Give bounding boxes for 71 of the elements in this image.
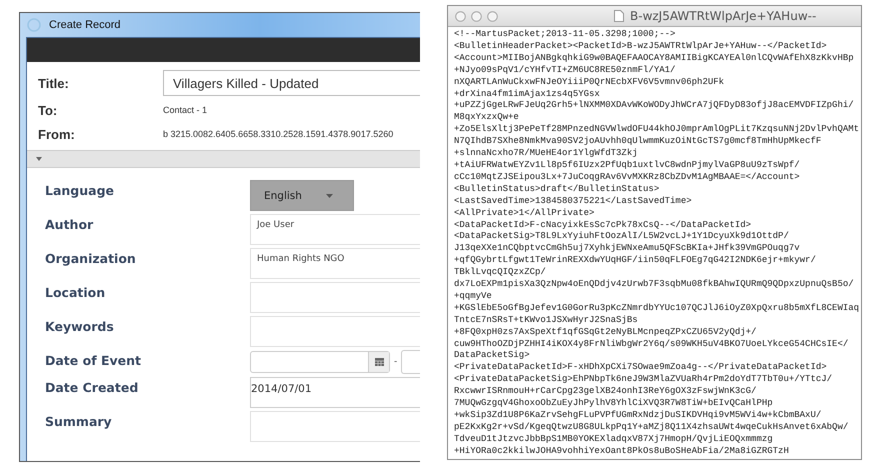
code-line: <DataPacketId>F-cNacyixkEsSc7cPk78xCsQ--</DataPacketId>	[454, 220, 752, 232]
input-field[interactable]: 2014/07/01	[250, 377, 420, 408]
code-line: +wkSip3Zd1U8P6KaZrvSehgFLuPVPfUGmRxNdzjDuSIKDVHqi9vM5WVi4w+kCbmBAxU/	[454, 410, 822, 422]
code-line: +drXina4fm1imAjax1zs4q5YGsx	[454, 88, 601, 100]
code-line: <BulletinStatus>draft</BulletinStatus>	[454, 184, 660, 196]
language-dropdown[interactable]: English	[250, 180, 354, 211]
field-label: Location	[45, 284, 106, 300]
code-line: TBklLvqcQIQzxZCp/	[454, 267, 547, 280]
field-value: Contact - 1	[163, 105, 208, 115]
date-field[interactable]	[401, 350, 420, 374]
code-line: <BulletinHeaderPacket><PacketId>B-wzJ5AWTRtWlpArJe+YAHuw--</PacketId>	[454, 40, 828, 53]
calendar-icon	[374, 358, 384, 366]
window-title: Create Record	[49, 19, 121, 31]
code-line: nXQARTLAnWuCkxwFNJeOYiiiP0QrNEcbXFV6V5vmnv06ph2UFk	[454, 76, 726, 89]
code-line: +KGSlEbE5oGfBgJefev1G0GorRu3pKcZNmrdbYYUc107QCJlJ6iOyZ0XpQxru8b5mXfL8CEWIaq	[454, 302, 860, 315]
field-label: Summary	[45, 413, 113, 429]
code-line: +tAiUFRWatwEYZv1Ll8p5f6IUzx2PfUqb1uxtlvC8wdnPjmylVaGP8uU9zTsWpf/	[454, 160, 801, 172]
code-line: +8FQ0xpH0zs7AxSpeXtf1qfGSqGt2eNyBLMcnpeqZPxCZU65V2yQdj+/	[454, 326, 758, 339]
field-label: Organization	[45, 250, 137, 266]
code-line: cuw9HThoOZDjPZHHI4iKOX4y8FrNliWbgWr2Y6q/s09WKH5uV4BKO7UoeLYkceG54CHCsIE</	[454, 338, 850, 350]
field-label: Date Created	[45, 379, 140, 395]
field-label: Keywords	[45, 318, 115, 334]
code-line: <LastSavedTime>1384580375221</LastSavedTime>	[454, 196, 693, 208]
field-label: To:	[38, 102, 58, 118]
window-title: B-wzJ5AWTRtWlpArJe+YAHuw--	[630, 9, 816, 23]
code-line: +HiYORa0c2kkilwJOHA9vohhiYexOant8PkOs8uBoSHeAbFia/2Ma8iGZRGTzH	[454, 446, 790, 458]
code-line: +qqmyVe	[454, 290, 493, 303]
code-line: +Zo5ElsXltj3PePeTf28MPnzedNGVWlwdOFU44khOJ0mprAmlOgPLit7KzqsuNNj2DvlPvhQAMt	[454, 124, 860, 136]
code-line: <AllPrivate>1</AllPrivate>	[454, 208, 596, 220]
calendar-button[interactable]	[368, 352, 389, 372]
field-label: Language	[45, 182, 116, 198]
code-line: +qfQGybrtLfgwt1TeWrinREXXdwYUqHGF/iin50qFLFOEg7qG42I2NDK6ejr+mkywr/	[454, 255, 817, 268]
code-line: <PrivateDataPacketSig>EhPNbpTk6neJ9W3MlaZVUaRh4rPm2doYdT7TbT0u+/YTtcJ/	[454, 374, 834, 386]
zoom-icon[interactable]	[487, 10, 498, 22]
range-separator: -	[394, 357, 398, 367]
code-line: DataPacketSig>	[454, 350, 531, 362]
code-line: TntcE7nSRsT+tKWvo1JSXwHyrJ2SnaSjBs	[454, 314, 639, 327]
input-field[interactable]: Human Rights NGO	[250, 248, 420, 279]
loading-icon	[27, 18, 41, 32]
field-label: From:	[38, 126, 76, 142]
document-icon	[614, 10, 624, 22]
field-label: Title:	[38, 76, 70, 90]
code-line: J13qeXXe1nCQbptvcCmGh5uj7XyhkjEWNxeAmu5QFScBKIa+JHfk39VmGPOuqg7v	[454, 243, 801, 256]
code-line: +NJyo09sPqV1/cYHfvTI+ZM6UC8RE50znmFl/YA1/	[454, 64, 676, 77]
code-line: <Account>MIIBojANBgkqhkiG9w0BAQEFAAOCAY8AMIIBigKCAYEAl0nlCQvWAfEhX8zKkvHBp	[454, 52, 855, 65]
code-line: RxcwwrISRnmouH+rCarCpg23gelXB24onhI3ReY6gOX3zFswjWnK3cG/	[454, 386, 758, 398]
field-label: Author	[45, 216, 94, 232]
title-field[interactable]: Villagers Killed - Updated	[163, 70, 420, 96]
input-field[interactable]	[250, 316, 420, 347]
input-field[interactable]	[250, 282, 420, 313]
code-line: N7QIhdB7SXhe8NmkMva90SV2joAUvhh0qUlwmmKuzOiNtGcTS7g0mcf8TmHhUpMkecfF	[454, 136, 822, 148]
code-line: <PrivateDataPacketId>F-xHDhXpCXi7SOwae9mZoa4g--</PrivateDataPacketId>	[454, 362, 828, 374]
code-line: <!--MartusPacket;2013-11-05.3298;1000;-->	[454, 29, 676, 41]
input-field[interactable]	[250, 411, 420, 442]
code-line: 7MUQwGzgqV4GhoxoObZuEyJhPylhV8YhlCiXVQ3R7W8TiW+bEIvQCaHlPHp	[454, 398, 774, 410]
field-label: Date of Event	[45, 352, 142, 368]
caret-icon	[326, 194, 333, 198]
code-line: M8qxYxzxQw+e	[454, 112, 520, 124]
collapse-icon[interactable]	[36, 156, 42, 162]
field-value: b 3215.0082.6405.6658.3310.2528.1591.4378.9017.5260	[163, 129, 394, 139]
close-icon[interactable]	[455, 10, 466, 22]
minimize-icon[interactable]	[471, 10, 482, 22]
code-line: pE2KxKg2r+vSd/KgeqQtwzU8G8ULkpPq1Y+aMZj8Q11X4zhsaUWt4wqeCukHsAnvet6xAbQw/	[454, 422, 850, 434]
date-field[interactable]	[250, 351, 390, 373]
code-line: cCc10MqtZJSEipou3Lx+7JuCoqgRAv6VvMXKRz8CbZDvM1AgMBAAE=</Account>	[454, 172, 801, 184]
code-line: dx7LoEXPm1pisXa3QzNpw4oEnQDdjv4zUrwb7F3sqbMu08fkBAhwIQURmQ9QDpxzUpnuQsB5o/	[454, 279, 855, 291]
code-line: +uPZZjGgeLRwFJeUq2Grh5+lNXMM0XDAvWKoWODyJhWCrA7jQFDyD83ofjJ8acEMVDFIZpGhi/	[454, 100, 855, 112]
code-line: <DataPacketSig>T8L9LxYyiuhFtOozAlI/L5W2vcLJ+1Y1DcyuXk9d1OttdP/	[454, 231, 790, 244]
input-field[interactable]: Joe User	[250, 214, 420, 245]
code-line: TdveuD1tJtzvcJbbBpS1MB0YOKEXladqxV87Xj7HmopH/QvjLiEOQxmmmzg	[454, 434, 774, 446]
code-line: +slnnaNcxho7R/MUeHE4or1YlgWfdT3Zkj	[454, 148, 639, 160]
